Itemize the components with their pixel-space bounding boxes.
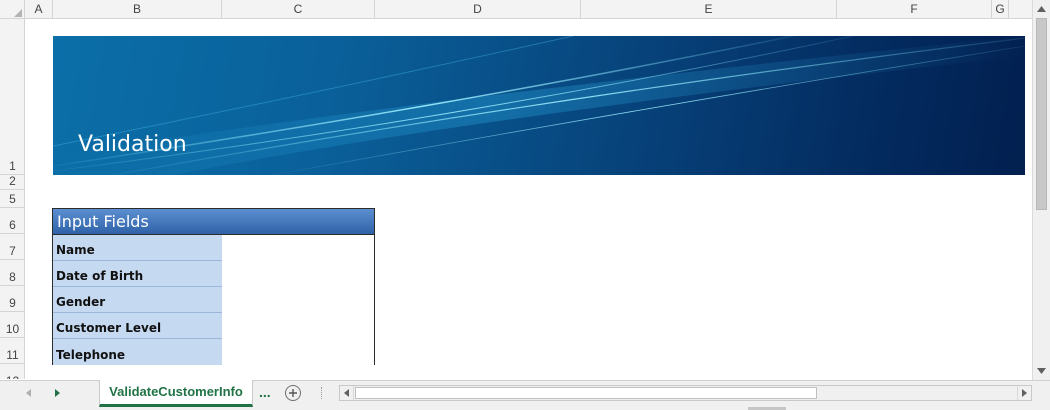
- horizontal-scroll-thumb[interactable]: [355, 387, 817, 399]
- field-value-name[interactable]: [222, 235, 374, 261]
- arrow-left-icon[interactable]: [340, 386, 354, 400]
- field-label-telephone[interactable]: Telephone: [53, 339, 222, 365]
- column-header-b[interactable]: B: [53, 0, 222, 19]
- row-header-bar: 1 2 5 6 7 8 9 10 11 12: [0, 19, 25, 379]
- row-header-12[interactable]: 12: [0, 364, 24, 379]
- row-header-10[interactable]: 10: [0, 312, 24, 338]
- column-header-e[interactable]: E: [581, 0, 837, 19]
- vertical-scroll-thumb[interactable]: [1036, 18, 1047, 210]
- field-label-name[interactable]: Name: [53, 235, 222, 261]
- sheet-tab-validatecustomerinfo[interactable]: ValidateCustomerInfo: [99, 380, 253, 407]
- arrow-down-icon[interactable]: [1033, 363, 1050, 379]
- row-header-7[interactable]: 7: [0, 234, 24, 260]
- input-fields-header[interactable]: Input Fields: [53, 209, 374, 235]
- row-header-8[interactable]: 8: [0, 260, 24, 286]
- banner-title: Validation: [78, 132, 187, 157]
- tab-scroll-splitter[interactable]: [321, 387, 323, 399]
- arrow-right-icon[interactable]: [1017, 386, 1031, 400]
- sheet-tab-bar: ValidateCustomerInfo ...: [0, 380, 1050, 410]
- triangle-right-icon[interactable]: [46, 381, 68, 405]
- field-label-customer-level[interactable]: Customer Level: [53, 313, 222, 339]
- field-label-date-of-birth[interactable]: Date of Birth: [53, 261, 222, 287]
- column-header-a[interactable]: A: [25, 0, 53, 19]
- triangle-left-icon[interactable]: [17, 381, 39, 405]
- column-header-g[interactable]: G: [992, 0, 1009, 19]
- field-value-telephone[interactable]: [222, 339, 374, 365]
- more-sheets-button[interactable]: ...: [259, 384, 271, 400]
- select-all-corner-icon[interactable]: [0, 0, 25, 19]
- arrow-up-icon[interactable]: [1033, 1, 1050, 17]
- row-header-5[interactable]: 5: [0, 190, 24, 208]
- vertical-scrollbar[interactable]: [1032, 0, 1050, 380]
- banner-light-streaks: [53, 36, 1025, 175]
- input-fields-table: Input Fields Name Date of Birth Gender C…: [52, 208, 375, 365]
- column-header-f[interactable]: F: [837, 0, 992, 19]
- column-header-d[interactable]: D: [375, 0, 581, 19]
- column-header-c[interactable]: C: [222, 0, 375, 19]
- column-header-bar: A B C D E F G: [0, 0, 1032, 19]
- row-header-11[interactable]: 11: [0, 338, 24, 364]
- validation-banner: Validation: [53, 36, 1025, 175]
- field-value-gender[interactable]: [222, 287, 374, 313]
- plus-circle-icon[interactable]: [285, 385, 301, 401]
- horizontal-scrollbar[interactable]: [339, 385, 1032, 401]
- row-header-2[interactable]: 2: [0, 174, 24, 190]
- field-value-customer-level[interactable]: [222, 313, 374, 339]
- field-label-gender[interactable]: Gender: [53, 287, 222, 313]
- row-header-1[interactable]: 1: [0, 19, 24, 175]
- row-header-9[interactable]: 9: [0, 286, 24, 312]
- field-value-date-of-birth[interactable]: [222, 261, 374, 287]
- row-header-6[interactable]: 6: [0, 208, 24, 234]
